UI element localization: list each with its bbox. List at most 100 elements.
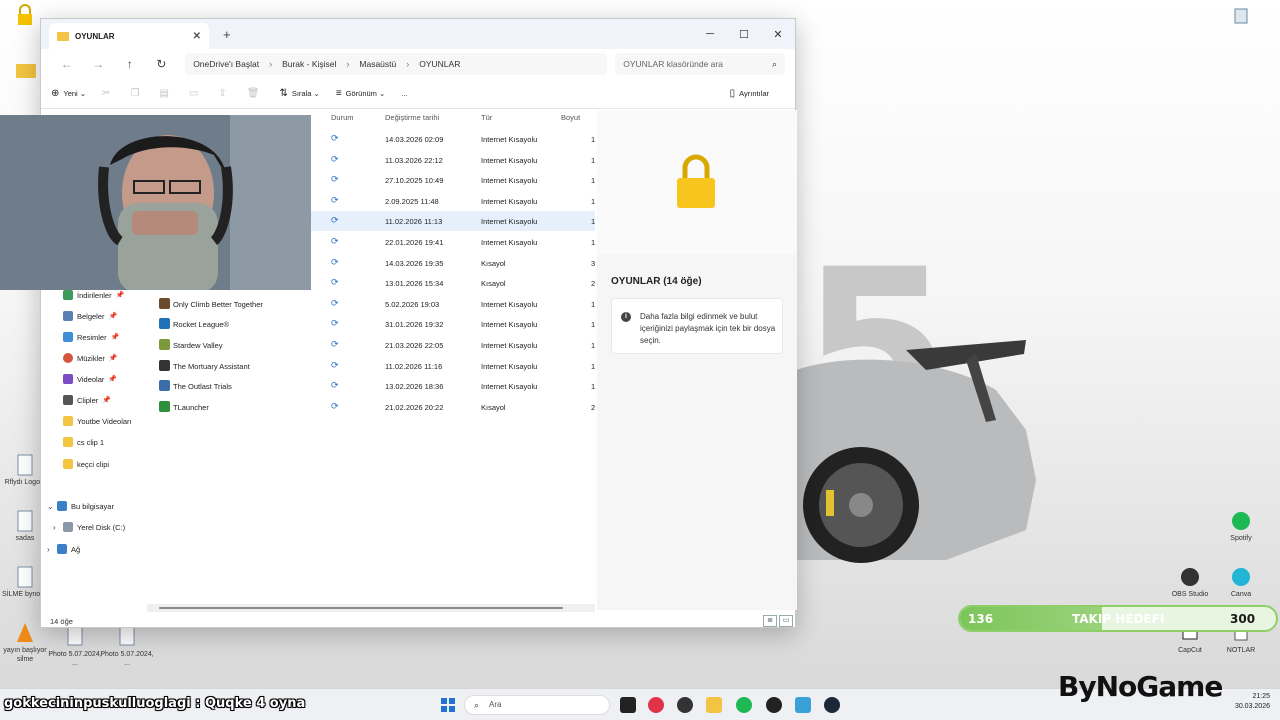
copy-button[interactable]: ❐ xyxy=(130,88,143,99)
new-label: Yeni xyxy=(63,89,78,98)
spotify-taskbar-icon[interactable] xyxy=(736,697,752,713)
network-app-taskbar-icon[interactable] xyxy=(795,697,811,713)
sort-button[interactable]: ⇅ Sırala ⌄ xyxy=(279,88,319,99)
desktop-icon[interactable]: Photo 5.07.2024, ... xyxy=(100,626,154,668)
taskbar-search[interactable]: ⌕ Ara xyxy=(464,695,610,715)
file-row[interactable]: Only Climb Better Together ⟳ 5.02.2026 19:… xyxy=(147,294,595,314)
column-modified[interactable]: Değiştirme tarihi xyxy=(385,113,439,122)
webcam-overlay xyxy=(0,115,311,290)
app-taskbar-icon[interactable] xyxy=(766,697,782,713)
file-modified: 22.01.2026 19:41 xyxy=(385,238,444,247)
file-icon xyxy=(17,454,33,476)
file-explorer-taskbar-icon[interactable] xyxy=(706,697,722,713)
breadcrumb-item[interactable]: OneDrive'ı Başlat xyxy=(193,59,259,69)
opera-gx-icon[interactable] xyxy=(648,697,664,713)
nav-item-folder[interactable]: Youtbe Videoları xyxy=(63,412,132,430)
new-tab-button[interactable]: + xyxy=(223,27,231,42)
folder-desktop-icon[interactable] xyxy=(16,62,36,78)
file-type: Internet Kısayolu xyxy=(481,155,538,165)
capcut-taskbar-icon[interactable] xyxy=(620,697,636,713)
tab-oyunlar[interactable]: OYUNLAR ✕ xyxy=(49,23,209,49)
refresh-button[interactable]: ↻ xyxy=(146,57,178,71)
nav-item-folder[interactable]: cs clip 1 xyxy=(63,433,104,451)
chevron-down-icon[interactable]: ⌄ xyxy=(47,502,57,511)
horizontal-scrollbar[interactable] xyxy=(147,604,595,612)
delete-button[interactable]: 🗑 xyxy=(247,88,264,99)
taskbar-clock[interactable]: 21:25 30.03.2026 xyxy=(1222,692,1270,712)
file-row[interactable]: Rocket League® ⟳ 31.01.2026 19:32 Internet … xyxy=(147,314,595,334)
breadcrumb-item[interactable]: Masaüstü xyxy=(359,59,396,69)
file-modified: 2.09.2025 11:48 xyxy=(385,196,439,206)
desktop-icon[interactable]: Photo 5.07.2024, ... xyxy=(48,626,102,668)
up-button[interactable]: ↑ xyxy=(114,57,146,71)
obs-taskbar-icon[interactable] xyxy=(677,697,693,713)
nav-label: Videolar xyxy=(77,374,105,384)
cut-button[interactable]: ✂ xyxy=(102,88,114,99)
search-input[interactable]: OYUNLAR klasöründe ara ⌕ xyxy=(615,53,786,75)
rename-button[interactable]: ▭ xyxy=(189,88,202,99)
nav-item-pictures[interactable]: Resimler 📌 xyxy=(63,328,119,346)
paste-button[interactable]: ▤ xyxy=(159,88,172,99)
tiles-view-button[interactable]: ▭ xyxy=(779,615,793,627)
camera-icon xyxy=(63,395,73,405)
desktop-icon-canva[interactable]: Canva xyxy=(1214,566,1268,599)
forward-button[interactable]: → xyxy=(83,57,115,71)
sync-status-icon: ⟳ xyxy=(331,256,339,267)
column-size[interactable]: Boyut xyxy=(561,113,580,122)
close-window-button[interactable]: ✕ xyxy=(761,28,795,41)
file-icon xyxy=(159,380,170,392)
details-pane-button[interactable]: ▯ Ayrıntılar xyxy=(730,88,769,99)
share-button[interactable]: ⇪ xyxy=(218,88,230,99)
minimize-button[interactable]: ─ xyxy=(693,28,727,41)
column-type[interactable]: Tür xyxy=(481,113,492,122)
nav-item-local-disk[interactable]: › Yerel Disk (C:) xyxy=(53,518,125,536)
image-file-icon xyxy=(119,626,135,646)
share-icon: ⇪ xyxy=(218,88,227,99)
file-row[interactable]: Stardew Valley ⟳ 21.03.2026 22:05 Internet … xyxy=(147,335,595,355)
nav-item-network[interactable]: › Ağ xyxy=(47,540,80,558)
sync-status-icon: ⟳ xyxy=(331,133,339,143)
view-button[interactable]: ≡ Görünüm ⌄ xyxy=(336,88,385,99)
file-modified: 13.02.2026 18:36 xyxy=(385,382,444,392)
scrollbar-thumb[interactable] xyxy=(159,607,563,609)
back-button[interactable]: ← xyxy=(51,57,83,71)
nav-item-this-pc[interactable]: ⌄ Bu bilgisayar xyxy=(47,497,114,515)
sync-status-icon: ⟳ xyxy=(331,236,339,246)
column-status[interactable]: Durum xyxy=(331,113,354,122)
nav-item-folder[interactable]: keçci clipi xyxy=(63,455,109,473)
search-icon: ⌕ xyxy=(771,58,778,69)
address-bar: ← → ↑ ↻ OneDrive'ı Başlat › Burak - Kişi… xyxy=(41,49,795,79)
close-tab-icon[interactable]: ✕ xyxy=(193,31,201,42)
sort-icon: ⇅ xyxy=(279,88,288,99)
chevron-right-icon[interactable]: › xyxy=(53,523,63,532)
desktop-icon-obs[interactable]: OBS Studio xyxy=(1163,566,1217,599)
desktop-icon[interactable]: yayın başlıyor silme xyxy=(0,622,52,664)
new-button[interactable]: ⊕ Yeni ⌄ xyxy=(51,88,86,99)
nav-item-videos[interactable]: Videolar 📌 xyxy=(63,370,117,388)
steam-taskbar-icon[interactable] xyxy=(824,697,840,713)
nav-label: Yerel Disk (C:) xyxy=(77,522,126,532)
breadcrumb[interactable]: OneDrive'ı Başlat › Burak - Kişisel › Ma… xyxy=(185,53,608,75)
windows-start-icon[interactable] xyxy=(440,697,456,713)
recycle-bin-icon[interactable] xyxy=(1234,6,1248,24)
more-button[interactable]: ... xyxy=(401,89,407,98)
nav-item-clipler[interactable]: Clipler 📌 xyxy=(63,391,111,409)
lock-desktop-icon[interactable] xyxy=(16,4,34,26)
desktop-icon-spotify[interactable]: Spotify xyxy=(1214,510,1268,543)
file-row[interactable]: TLauncher ⟳ 21.02.2026 20:22 Kısayol 2 xyxy=(147,397,595,417)
pin-icon: 📌 xyxy=(108,313,118,320)
nav-item-documents[interactable]: Belgeler 📌 xyxy=(63,307,117,325)
maximize-button[interactable]: ☐ xyxy=(727,28,761,41)
chevron-right-icon[interactable]: › xyxy=(47,545,57,554)
breadcrumb-item[interactable]: OYUNLAR xyxy=(419,59,460,69)
details-view-button[interactable]: ≣ xyxy=(763,615,777,627)
desktop-icon-label: Canva xyxy=(1230,591,1252,598)
sync-status-icon: ⟳ xyxy=(331,194,339,205)
breadcrumb-item[interactable]: Burak - Kişisel xyxy=(282,59,336,69)
sync-status-icon: ⟳ xyxy=(331,318,339,329)
file-row[interactable]: The Mortuary Assistant ⟳ 11.02.2026 11:16 I… xyxy=(147,356,595,376)
folder-icon xyxy=(63,459,73,469)
file-row[interactable]: The Outlast Trials ⟳ 13.02.2026 18:36 Inter… xyxy=(147,376,595,396)
command-bar: ⊕ Yeni ⌄ ✂ ❐ ▤ ▭ ⇪ 🗑 ⇅ Sırala ⌄ ≡ Görünüm ⌄… xyxy=(41,79,795,109)
nav-item-music[interactable]: Müzikler 📌 xyxy=(63,349,118,367)
